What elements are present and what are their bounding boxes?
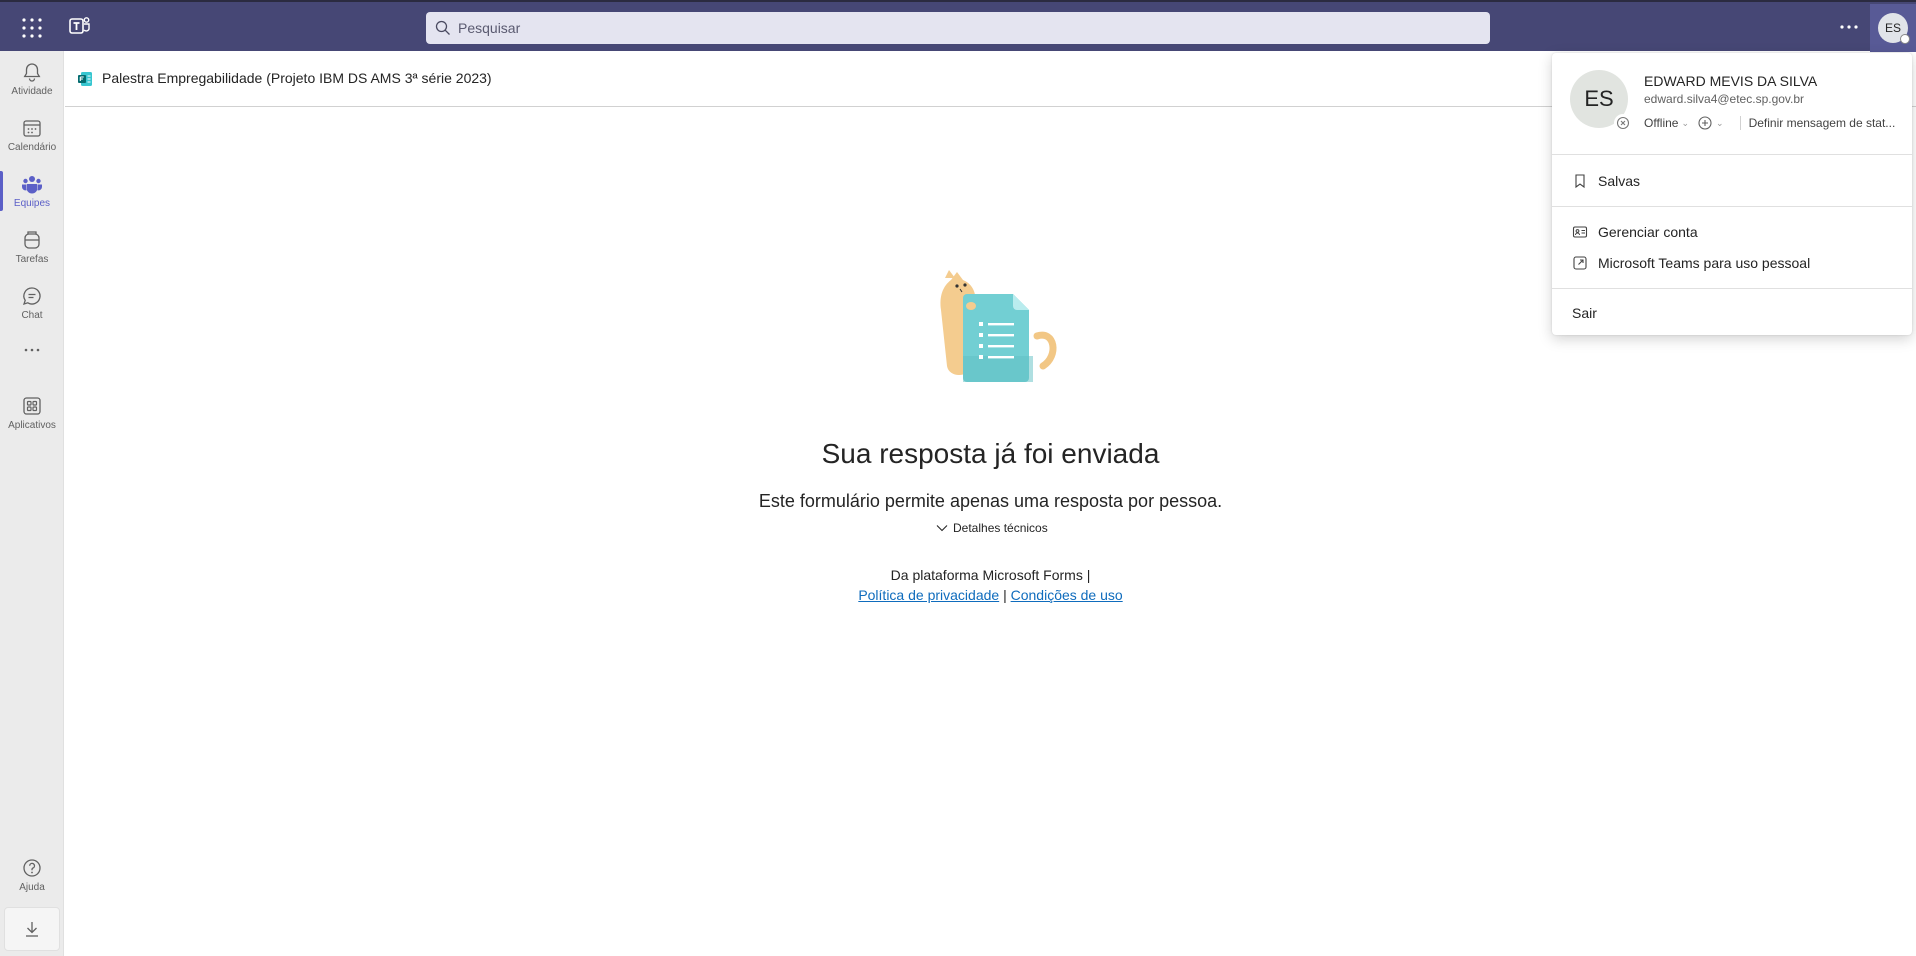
response-subtitle: Este formulário permite apenas uma respo… — [758, 491, 1223, 511]
rail-label: Chat — [21, 310, 43, 321]
chevron-down-icon: ⌄ — [1716, 117, 1724, 128]
rail-label: Atividade — [11, 86, 53, 97]
chat-icon — [22, 287, 41, 306]
technical-details-toggle[interactable]: Detalhes técnicos — [935, 521, 1048, 535]
avatar: ES — [1878, 13, 1910, 44]
menu-item-manage-account[interactable]: Gerenciar conta — [1552, 218, 1912, 246]
teams-logo-icon[interactable] — [68, 14, 92, 38]
divider — [1552, 288, 1912, 289]
contact-card-icon — [1572, 226, 1588, 238]
top-bar: ES — [0, 0, 1916, 52]
status-row: Offline ⌄ ⌄ Definir mensagem de stat... — [1644, 115, 1895, 131]
profile-initials: ES — [1584, 86, 1614, 111]
rail-item-apps[interactable]: Aplicativos — [0, 385, 64, 441]
rail-item-activity[interactable]: Atividade — [0, 51, 64, 107]
rail-item-help[interactable]: Ajuda — [0, 847, 64, 903]
divider — [1552, 154, 1912, 155]
menu-item-label: Gerenciar conta — [1598, 224, 1698, 240]
divider — [1552, 206, 1912, 207]
search-icon — [435, 20, 450, 35]
open-external-icon — [1573, 256, 1587, 270]
presence-offline-icon — [1614, 114, 1632, 132]
set-status-message-button[interactable]: Definir mensagem de stat... — [1749, 116, 1896, 130]
legal-links: Política de privacidade | Condições de u… — [65, 587, 1916, 603]
tasks-icon — [24, 231, 40, 249]
avatar-initials: ES — [1884, 21, 1901, 35]
bell-icon — [23, 63, 41, 82]
menu-item-label: Microsoft Teams para uso pessoal — [1598, 255, 1811, 271]
chevron-down-icon — [936, 525, 948, 532]
search-input[interactable] — [456, 19, 1490, 37]
forms-platform-text: Da plataforma Microsoft Forms | — [890, 567, 1091, 583]
forms-icon — [78, 72, 92, 86]
rail-label: Equipes — [13, 198, 51, 209]
page-title: Palestra Empregabilidade (Projeto IBM DS… — [102, 70, 492, 86]
more-options-icon[interactable] — [1836, 14, 1862, 40]
app-launcher-icon[interactable] — [18, 14, 46, 42]
rail-item-calendar[interactable]: Calendário — [0, 107, 64, 163]
rail-item-teams[interactable]: Equipes — [0, 163, 64, 219]
search-bar[interactable] — [426, 12, 1490, 44]
rail-label: Aplicativos — [8, 420, 56, 431]
chevron-down-icon: ⌄ — [1681, 117, 1690, 128]
download-icon — [26, 922, 38, 937]
technical-details-label: Detalhes técnicos — [953, 521, 1048, 535]
response-title: Sua resposta já foi enviada — [821, 438, 1160, 469]
rail-item-tasks[interactable]: Tarefas — [0, 219, 64, 275]
link-separator: | — [1003, 587, 1007, 603]
app-rail: Atividade Calendário Equipes Tarefas Cha… — [0, 51, 64, 956]
terms-of-use-link[interactable]: Condições de uso — [1011, 587, 1123, 603]
menu-item-label: Salvas — [1598, 173, 1641, 189]
bookmark-icon — [1575, 174, 1585, 189]
menu-item-personal-teams[interactable]: Microsoft Teams para uso pessoal — [1552, 249, 1912, 277]
profile-email: edward.silva4@etec.sp.gov.br — [1644, 92, 1805, 106]
menu-item-sign-out[interactable]: Sair — [1552, 299, 1912, 327]
profile-avatar-button[interactable]: ES — [1870, 4, 1916, 52]
divider — [1739, 116, 1741, 130]
privacy-policy-link[interactable]: Política de privacidade — [858, 587, 999, 603]
presence-offline-icon — [1900, 34, 1910, 44]
profile-name: EDWARD MEVIS DA SILVA — [1644, 73, 1818, 89]
download-app-button[interactable] — [4, 907, 60, 951]
menu-item-label: Sair — [1572, 305, 1597, 321]
calendar-icon — [23, 120, 41, 137]
teams-icon — [22, 176, 42, 194]
rail-label: Calendário — [7, 142, 57, 153]
cat-document-illustration — [940, 270, 1057, 382]
rail-item-chat[interactable]: Chat — [0, 275, 64, 331]
profile-dropdown: ES EDWARD MEVIS DA SILVA edward.silva4@e… — [1552, 53, 1912, 335]
menu-item-saved[interactable]: Salvas — [1552, 167, 1912, 195]
more-apps-icon — [24, 348, 40, 351]
rail-item-more[interactable] — [0, 331, 64, 371]
add-location-icon[interactable] — [1697, 115, 1713, 131]
help-icon — [23, 859, 41, 877]
apps-icon — [23, 397, 41, 415]
profile-avatar[interactable]: ES — [1570, 70, 1632, 132]
rail-label: Ajuda — [19, 882, 45, 893]
status-selector[interactable]: Offline — [1644, 116, 1678, 130]
rail-label: Tarefas — [15, 254, 49, 265]
